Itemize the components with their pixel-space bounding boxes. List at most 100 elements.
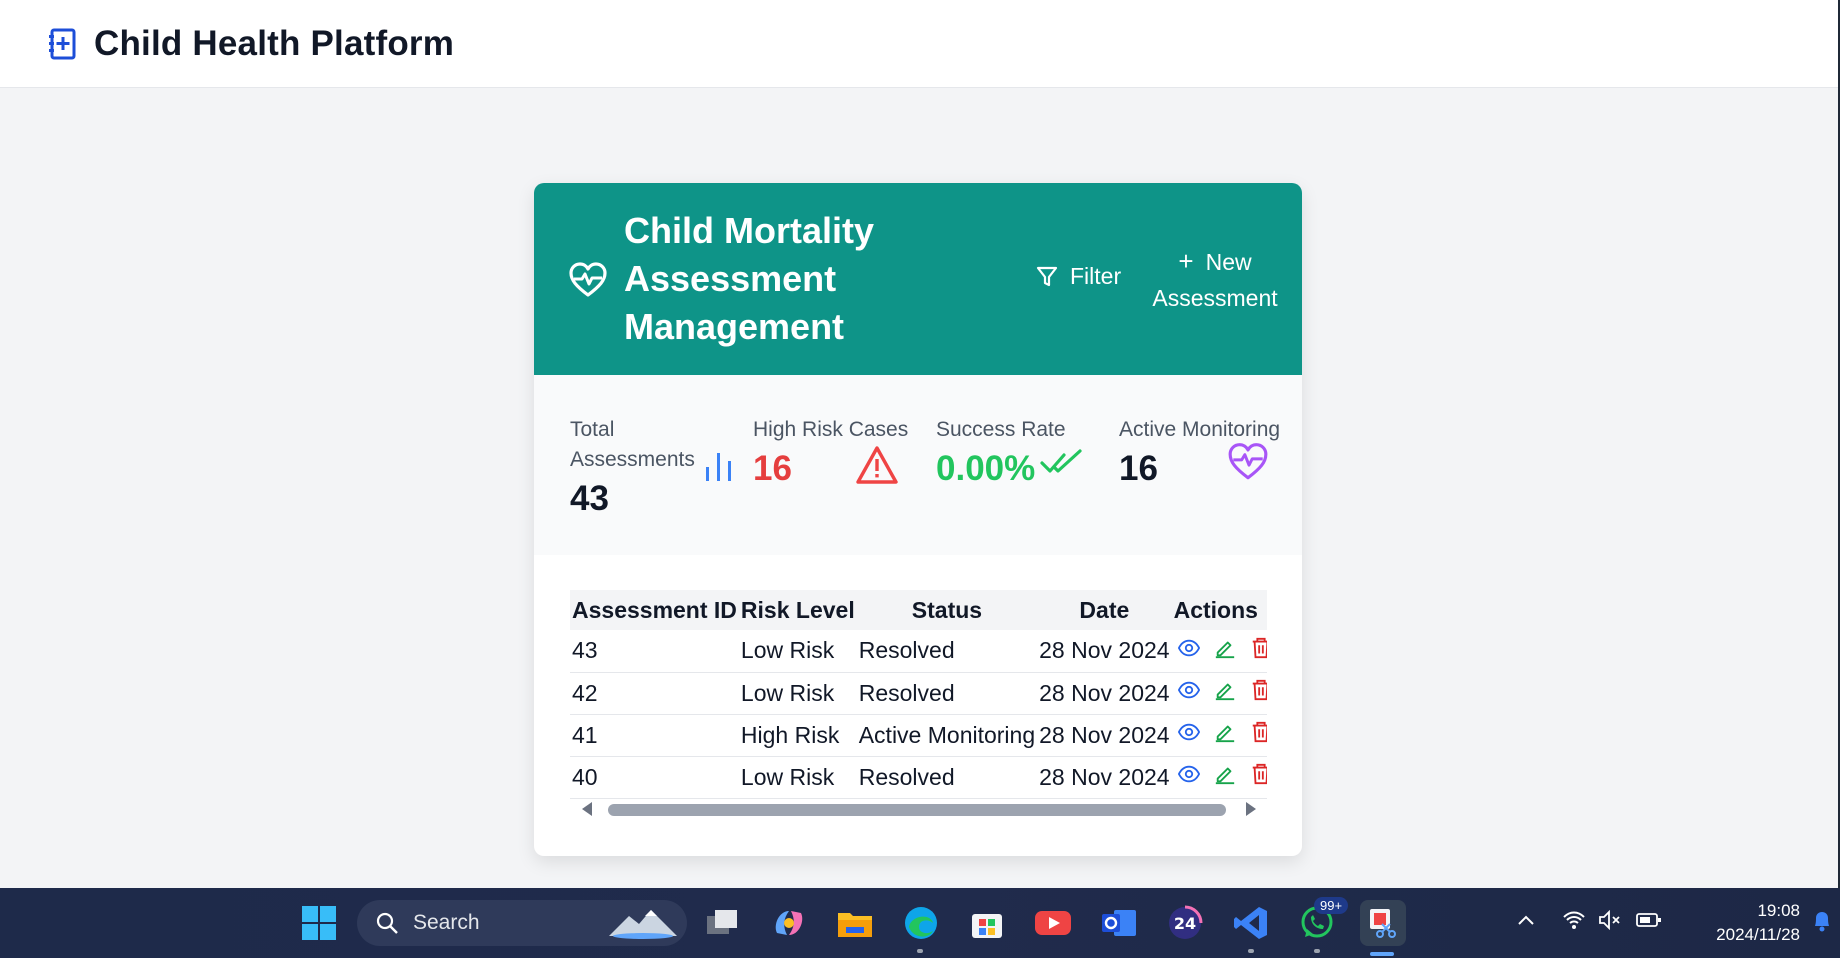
app-header: Child Health Platform	[0, 0, 1838, 88]
stats-panel: Total Assessments 43 High Risk Cases 16	[534, 375, 1302, 555]
cell-date: 28 Nov 2024	[1037, 756, 1172, 799]
edit-icon[interactable]	[1214, 763, 1236, 791]
snipping-tool-icon[interactable]	[1360, 900, 1406, 946]
running-indicator	[1248, 949, 1254, 953]
cell-id: 41	[570, 714, 739, 757]
cell-risk: High Risk	[738, 714, 857, 757]
table-row: 40 Low Risk Resolved 28 Nov 2024	[570, 756, 1267, 799]
copilot-icon[interactable]	[766, 900, 812, 946]
stat-total-assessments: Total Assessments 43	[570, 415, 740, 521]
running-indicator	[917, 949, 923, 953]
cell-status: Resolved	[856, 672, 1038, 715]
cell-id: 43	[570, 630, 739, 673]
app-title: Child Health Platform	[94, 23, 455, 63]
new-assessment-label: New Assessment	[1152, 249, 1278, 311]
col-header-actions: Actions	[1171, 590, 1267, 630]
search-icon	[375, 911, 399, 935]
active-app-indicator	[1370, 952, 1394, 956]
news-24-icon[interactable]: 24	[1162, 900, 1208, 946]
col-header-id[interactable]: Assessment ID	[570, 590, 739, 630]
clock-time: 19:08	[1757, 901, 1800, 920]
file-explorer-icon[interactable]	[832, 900, 878, 946]
system-clock[interactable]: 19:08 2024/11/28	[1680, 899, 1800, 947]
heart-pulse-icon	[1227, 441, 1269, 488]
edit-icon[interactable]	[1214, 679, 1236, 707]
new-assessment-button[interactable]: + New Assessment	[1142, 243, 1288, 316]
assessment-card: Child Mortality Assessment Management Fi…	[534, 183, 1302, 856]
cell-actions	[1171, 714, 1267, 757]
mountain-scene-icon	[607, 906, 679, 940]
view-icon[interactable]	[1177, 679, 1200, 707]
filter-label: Filter	[1070, 263, 1122, 289]
filter-icon	[1036, 266, 1058, 288]
scroll-right-arrow-icon[interactable]	[1246, 802, 1256, 816]
cell-risk: Low Risk	[738, 630, 857, 673]
cell-actions	[1171, 630, 1267, 673]
cell-actions	[1171, 756, 1267, 799]
edit-icon[interactable]	[1214, 637, 1236, 665]
filter-button[interactable]: Filter	[1036, 263, 1121, 290]
windows-start-icon[interactable]	[296, 900, 342, 946]
table-row: 43 Low Risk Resolved 28 Nov 2024	[570, 630, 1267, 673]
whatsapp-unread-badge: 99+	[1314, 897, 1349, 914]
stat-label: Success Rate	[936, 418, 1066, 441]
view-icon[interactable]	[1177, 637, 1200, 665]
notification-bell-icon[interactable]	[1812, 910, 1832, 937]
cell-date: 28 Nov 2024	[1037, 672, 1172, 715]
cell-risk: Low Risk	[738, 756, 857, 799]
delete-icon[interactable]	[1250, 721, 1267, 749]
cell-date: 28 Nov 2024	[1037, 630, 1172, 673]
edit-icon[interactable]	[1214, 721, 1236, 749]
stat-label: High Risk Cases	[753, 418, 909, 441]
cell-date: 28 Nov 2024	[1037, 714, 1172, 757]
search-placeholder: Search	[413, 911, 480, 934]
view-icon[interactable]	[1177, 763, 1200, 791]
horizontal-scrollbar[interactable]	[570, 797, 1267, 821]
cell-risk: Low Risk	[738, 672, 857, 715]
stat-success-rate: Success Rate 0.00%	[936, 415, 1106, 491]
cell-actions	[1171, 672, 1267, 715]
col-header-status[interactable]: Status	[856, 590, 1038, 630]
card-header: Child Mortality Assessment Management Fi…	[534, 183, 1302, 375]
delete-icon[interactable]	[1250, 763, 1267, 791]
svg-text:24: 24	[1174, 914, 1196, 933]
hospital-notebook-icon	[48, 26, 82, 62]
plus-icon: +	[1178, 246, 1194, 276]
scroll-left-arrow-icon[interactable]	[582, 802, 592, 816]
battery-icon[interactable]	[1636, 911, 1662, 934]
taskbar: Search 24 99+ 19:08 2024/11/28	[0, 888, 1840, 958]
outlook-icon[interactable]	[1096, 900, 1142, 946]
microsoft-store-icon[interactable]	[964, 900, 1010, 946]
cell-status: Active Monitoring	[856, 714, 1038, 757]
scrollbar-thumb[interactable]	[608, 804, 1226, 816]
stat-high-risk: High Risk Cases 16	[753, 415, 923, 491]
chevron-up-icon[interactable]	[1516, 910, 1536, 935]
cell-status: Resolved	[856, 756, 1038, 799]
col-header-date[interactable]: Date	[1037, 590, 1172, 630]
stat-active-monitoring: Active Monitoring 16	[1119, 415, 1289, 491]
col-header-risk[interactable]: Risk Level	[738, 590, 857, 630]
vscode-icon[interactable]	[1228, 900, 1274, 946]
heart-pulse-icon	[568, 261, 608, 301]
table-row: 41 High Risk Active Monitoring 28 Nov 20…	[570, 714, 1267, 757]
bar-chart-icon	[698, 443, 738, 488]
cell-id: 40	[570, 756, 739, 799]
wifi-icon[interactable]	[1562, 910, 1586, 935]
taskbar-search[interactable]: Search	[357, 900, 687, 946]
delete-icon[interactable]	[1250, 679, 1267, 707]
clock-date: 2024/11/28	[1716, 925, 1800, 944]
cell-status: Resolved	[856, 630, 1038, 673]
assessments-table-container[interactable]: Assessment ID Risk Level Status Date Act…	[570, 590, 1267, 820]
double-check-icon	[1040, 449, 1084, 484]
task-view-icon[interactable]	[700, 900, 746, 946]
card-title: Child Mortality Assessment Management	[624, 210, 874, 347]
running-indicator	[1314, 949, 1320, 953]
assessments-table: Assessment ID Risk Level Status Date Act…	[570, 590, 1267, 799]
edge-browser-icon[interactable]	[898, 900, 944, 946]
volume-muted-icon[interactable]	[1598, 909, 1622, 935]
youtube-icon[interactable]	[1030, 900, 1076, 946]
delete-icon[interactable]	[1250, 637, 1267, 665]
warning-icon	[855, 445, 899, 490]
view-icon[interactable]	[1177, 721, 1200, 749]
table-header-row: Assessment ID Risk Level Status Date Act…	[570, 590, 1267, 630]
